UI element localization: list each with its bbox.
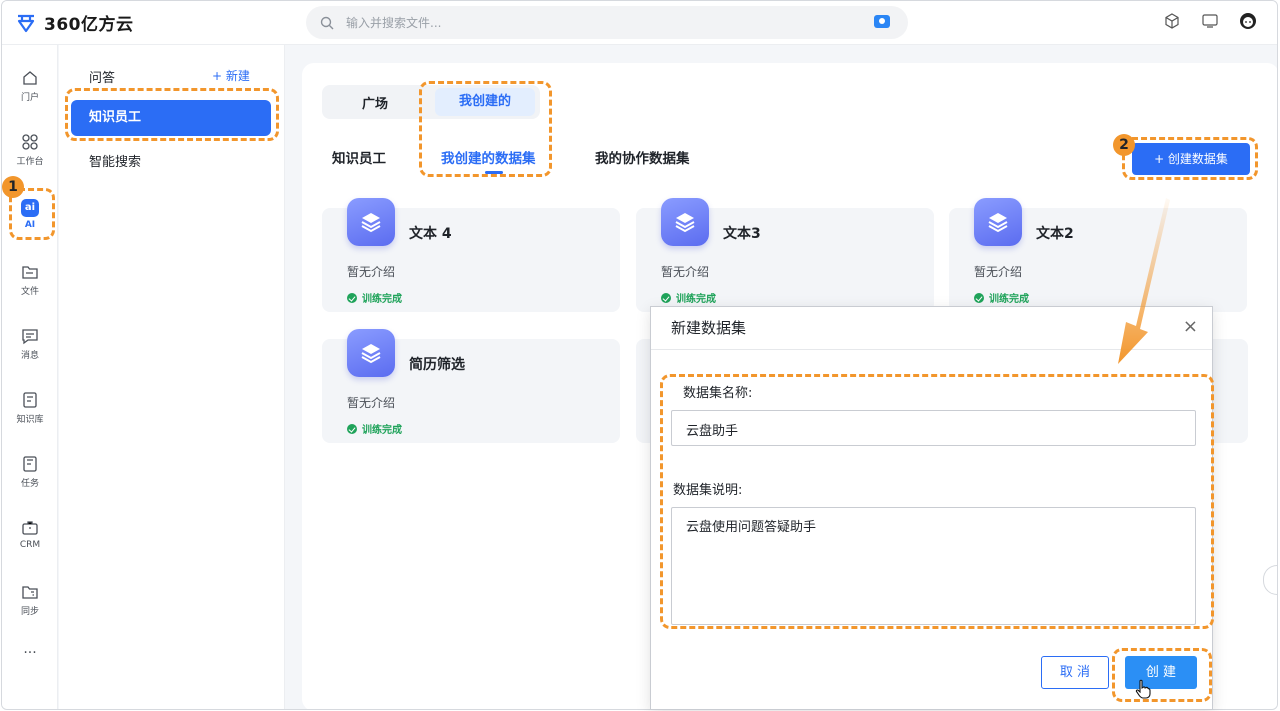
- rail-item-portal[interactable]: 门户: [2, 69, 58, 103]
- dataset-desc-label: 数据集说明:: [673, 483, 743, 498]
- sync-folder-icon: [22, 586, 38, 599]
- briefcase-icon: [22, 521, 38, 535]
- subnav-item-knowledge-staff[interactable]: 知识员工: [71, 100, 271, 136]
- step-badge: 2: [1113, 134, 1135, 156]
- rail-item-workbench[interactable]: 工作台: [2, 133, 58, 167]
- more-icon[interactable]: ···: [2, 645, 58, 661]
- app-name: 360亿方云: [44, 15, 134, 35]
- dataset-layers-icon: [347, 198, 395, 246]
- message-icon: [22, 329, 38, 345]
- rail-item-messages[interactable]: 消息: [2, 327, 58, 361]
- rail-label: 任务: [20, 479, 39, 489]
- create-dataset-button[interactable]: + 创建数据集: [1132, 143, 1250, 175]
- dataset-card[interactable]: 简历筛选 暂无介绍 训练完成: [322, 329, 620, 443]
- status-text: 训练完成: [362, 294, 402, 305]
- search-input[interactable]: 输入并搜索文件...: [346, 14, 441, 31]
- left-rail: 门户 工作台 ai AI 文件 消息 知识库 任务 CRM 同步 ···: [2, 45, 58, 709]
- rail-item-knowledge[interactable]: 知识库: [2, 391, 58, 425]
- dataset-card[interactable]: 文本2 暂无介绍 训练完成: [949, 198, 1247, 312]
- status-text: 训练完成: [989, 294, 1029, 305]
- card-title: 文本 4: [409, 226, 452, 242]
- sub-navigation: 问答 + 新建 知识员工 智能搜索: [59, 45, 285, 709]
- tab-my-datasets[interactable]: 我创建的数据集: [441, 147, 536, 174]
- search-icon: [320, 16, 334, 29]
- status-badge: 训练完成: [347, 290, 402, 305]
- tab-my-created[interactable]: 我创建的: [435, 88, 535, 116]
- status-badge: 训练完成: [661, 290, 716, 305]
- folder-icon: [22, 266, 38, 279]
- rail-item-sync[interactable]: 同步: [2, 583, 58, 617]
- subnav-item-smart-search[interactable]: 智能搜索: [89, 151, 141, 170]
- camera-search-icon[interactable]: [874, 15, 890, 28]
- dataset-layers-icon: [974, 198, 1022, 246]
- card-title: 简历筛选: [409, 357, 465, 373]
- dataset-layers-icon: [661, 198, 709, 246]
- card-description: 暂无介绍: [661, 265, 710, 279]
- dataset-card[interactable]: 文本3 暂无介绍 训练完成: [636, 198, 934, 312]
- book-icon: [23, 392, 37, 408]
- status-badge: 训练完成: [974, 290, 1029, 305]
- dialog-title: 新建数据集: [671, 319, 747, 337]
- rail-item-ai[interactable]: ai AI: [2, 199, 58, 230]
- dataset-desc-textarea[interactable]: 云盘使用问题答疑助手: [671, 507, 1196, 625]
- app-logo[interactable]: 360亿方云: [16, 10, 134, 35]
- tab-collab-datasets[interactable]: 我的协作数据集: [595, 147, 690, 167]
- rail-item-tasks[interactable]: 任务: [2, 455, 58, 489]
- search-bar[interactable]: 输入并搜索文件...: [306, 6, 908, 39]
- rail-label: CRM: [19, 540, 41, 550]
- status-text: 训练完成: [676, 294, 716, 305]
- new-dataset-dialog: 新建数据集 × 数据集名称: 云盘助手 数据集说明: 云盘使用问题答疑助手 取 …: [650, 306, 1213, 710]
- card-description: 暂无介绍: [347, 396, 396, 410]
- rail-label: 文件: [20, 287, 39, 297]
- rail-label: 消息: [20, 351, 39, 361]
- dataset-card[interactable]: 文本 4 暂无介绍 训练完成: [322, 198, 620, 312]
- check-circle-icon: [347, 292, 357, 303]
- card-title: 文本3: [723, 226, 761, 242]
- segment-control: 广场 我创建的: [322, 85, 540, 119]
- avatar[interactable]: [1239, 12, 1257, 30]
- new-button[interactable]: + 新建: [212, 67, 250, 84]
- check-circle-icon: [974, 292, 984, 303]
- task-icon: [23, 456, 37, 472]
- home-icon: [23, 71, 37, 85]
- rail-label: 门户: [20, 93, 39, 103]
- cube-icon[interactable]: [1163, 12, 1181, 30]
- rail-item-crm[interactable]: CRM: [2, 519, 58, 550]
- rail-label: 同步: [20, 607, 39, 617]
- card-description: 暂无介绍: [974, 265, 1023, 279]
- step-badge: 1: [2, 176, 24, 198]
- close-icon[interactable]: ×: [1183, 318, 1198, 336]
- device-icon[interactable]: [1201, 12, 1219, 30]
- tab-knowledge-staff[interactable]: 知识员工: [332, 147, 386, 167]
- arrow-icon: [1118, 198, 1170, 364]
- rail-label: 工作台: [16, 157, 44, 167]
- ai-icon: ai: [21, 199, 39, 217]
- rail-label: AI: [24, 220, 36, 230]
- hand-cursor-icon: [1135, 679, 1151, 699]
- dataset-name-label: 数据集名称:: [683, 386, 753, 401]
- cancel-button[interactable]: 取 消: [1041, 656, 1109, 689]
- tab-square[interactable]: 广场: [362, 93, 388, 112]
- grid-icon: [22, 134, 38, 150]
- check-circle-icon: [347, 423, 357, 434]
- top-bar: 360亿方云 输入并搜索文件...: [2, 1, 1277, 45]
- logo-icon: [17, 14, 35, 32]
- rail-item-files[interactable]: 文件: [2, 263, 58, 297]
- section-title: 问答: [89, 71, 116, 86]
- status-badge: 训练完成: [347, 421, 402, 436]
- status-text: 训练完成: [362, 425, 402, 436]
- card-title: 文本2: [1036, 226, 1074, 242]
- rail-label: 知识库: [16, 415, 44, 425]
- top-icons: [1163, 12, 1257, 30]
- dataset-name-input[interactable]: 云盘助手: [671, 410, 1196, 446]
- dataset-layers-icon: [347, 329, 395, 377]
- card-description: 暂无介绍: [347, 265, 396, 279]
- check-circle-icon: [661, 292, 671, 303]
